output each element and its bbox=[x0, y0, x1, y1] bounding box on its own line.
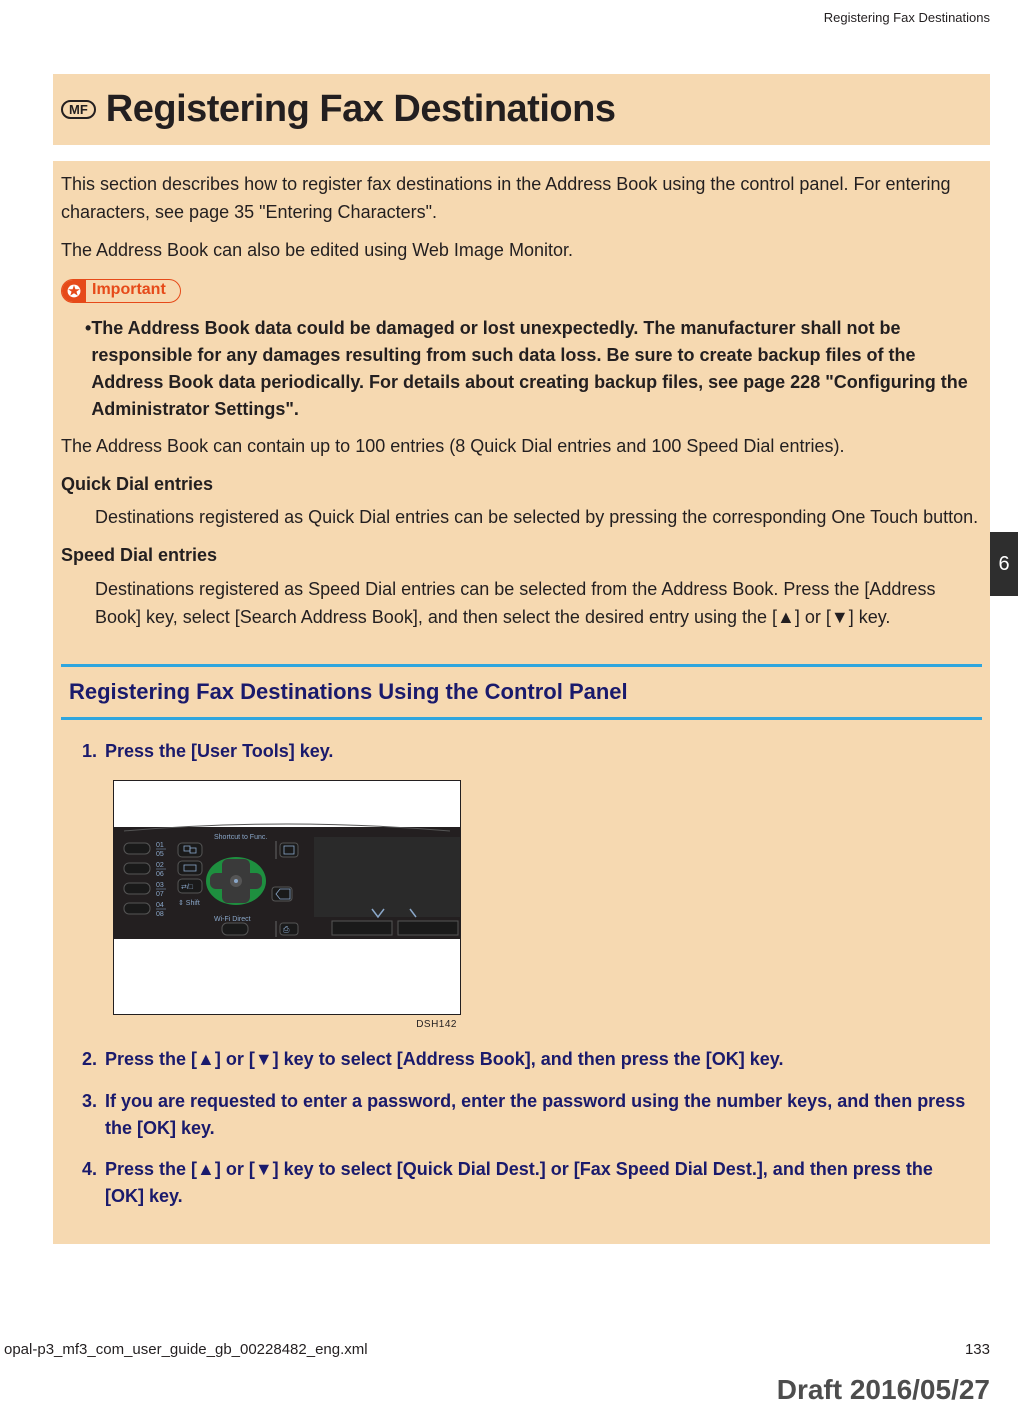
step-number: 1. bbox=[69, 738, 105, 766]
step-text: If you are requested to enter a password… bbox=[105, 1088, 974, 1142]
step-text: Press the [User Tools] key. bbox=[105, 738, 974, 766]
panel-num-03: 03 bbox=[156, 882, 164, 889]
footer-file-path: opal-p3_mf3_com_user_guide_gb_00228482_e… bbox=[4, 1341, 368, 1358]
panel-shift-label: ⇕ Shift bbox=[178, 899, 200, 907]
step-number: 2. bbox=[69, 1046, 105, 1074]
capacity-line: The Address Book can contain up to 100 e… bbox=[61, 433, 982, 461]
user-tools-cluster-icon bbox=[206, 857, 266, 905]
panel-wifi-label: Wi-Fi Direct bbox=[214, 916, 251, 923]
important-bullet-text: The Address Book data could be damaged o… bbox=[91, 315, 982, 423]
speed-dial-body: Destinations registered as Speed Dial en… bbox=[61, 576, 982, 632]
section-heading-block: Registering Fax Destinations Using the C… bbox=[61, 664, 982, 720]
control-panel-figure: 01 05 02 06 03 07 04 bbox=[113, 780, 461, 1032]
intro-paragraph-2: The Address Book can also be edited usin… bbox=[61, 237, 982, 265]
draft-stamp: Draft 2016/05/27 bbox=[777, 1374, 990, 1406]
title-separator bbox=[53, 145, 990, 161]
star-icon bbox=[62, 279, 86, 303]
running-head: Registering Fax Destinations bbox=[824, 10, 990, 25]
svg-text:⇄/□: ⇄/□ bbox=[181, 884, 194, 891]
step-number: 3. bbox=[69, 1088, 105, 1142]
panel-num-04: 04 bbox=[156, 902, 164, 909]
step-2: 2. Press the [▲] or [▼] key to select [A… bbox=[69, 1046, 974, 1074]
step-number: 4. bbox=[69, 1156, 105, 1210]
step-4: 4. Press the [▲] or [▼] key to select [Q… bbox=[69, 1156, 974, 1210]
page-number: 133 bbox=[965, 1341, 990, 1358]
panel-num-01: 01 bbox=[156, 842, 164, 849]
panel-num-08: 08 bbox=[156, 911, 164, 918]
quick-dial-term: Quick Dial entries bbox=[61, 471, 982, 499]
step-text: Press the [▲] or [▼] key to select [Quic… bbox=[105, 1156, 974, 1210]
svg-text:⎙: ⎙ bbox=[283, 925, 290, 934]
panel-shortcut-label: Shortcut to Func. bbox=[214, 834, 267, 841]
page-title: Registering Fax Destinations bbox=[106, 88, 616, 131]
panel-num-07: 07 bbox=[156, 891, 164, 898]
step-1: 1. Press the [User Tools] key. bbox=[69, 738, 974, 766]
mf-badge: MF bbox=[61, 100, 96, 119]
page-footer: opal-p3_mf3_com_user_guide_gb_00228482_e… bbox=[0, 1341, 990, 1358]
title-row: MF Registering Fax Destinations bbox=[53, 74, 990, 145]
important-bullet: • The Address Book data could be damaged… bbox=[61, 315, 982, 423]
step-3: 3. If you are requested to enter a passw… bbox=[69, 1088, 974, 1142]
speed-dial-term: Speed Dial entries bbox=[61, 542, 982, 570]
control-panel-image: 01 05 02 06 03 07 04 bbox=[113, 780, 461, 1015]
section-heading: Registering Fax Destinations Using the C… bbox=[69, 675, 974, 709]
step-text: Press the [▲] or [▼] key to select [Addr… bbox=[105, 1046, 974, 1074]
panel-num-05: 05 bbox=[156, 851, 164, 858]
chapter-tab: 6 bbox=[990, 532, 1018, 596]
important-label: Important bbox=[86, 279, 180, 303]
quick-dial-body: Destinations registered as Quick Dial en… bbox=[61, 504, 982, 532]
panel-num-06: 06 bbox=[156, 871, 164, 878]
steps-list: 1. Press the [User Tools] key. 01 bbox=[61, 738, 982, 1210]
body-text: This section describes how to register f… bbox=[53, 161, 990, 1210]
panel-num-02: 02 bbox=[156, 862, 164, 869]
content-frame: MF Registering Fax Destinations This sec… bbox=[53, 74, 990, 1244]
intro-paragraph-1: This section describes how to register f… bbox=[61, 171, 982, 227]
figure-code: DSH142 bbox=[113, 1015, 461, 1033]
important-callout: Important bbox=[61, 279, 181, 303]
